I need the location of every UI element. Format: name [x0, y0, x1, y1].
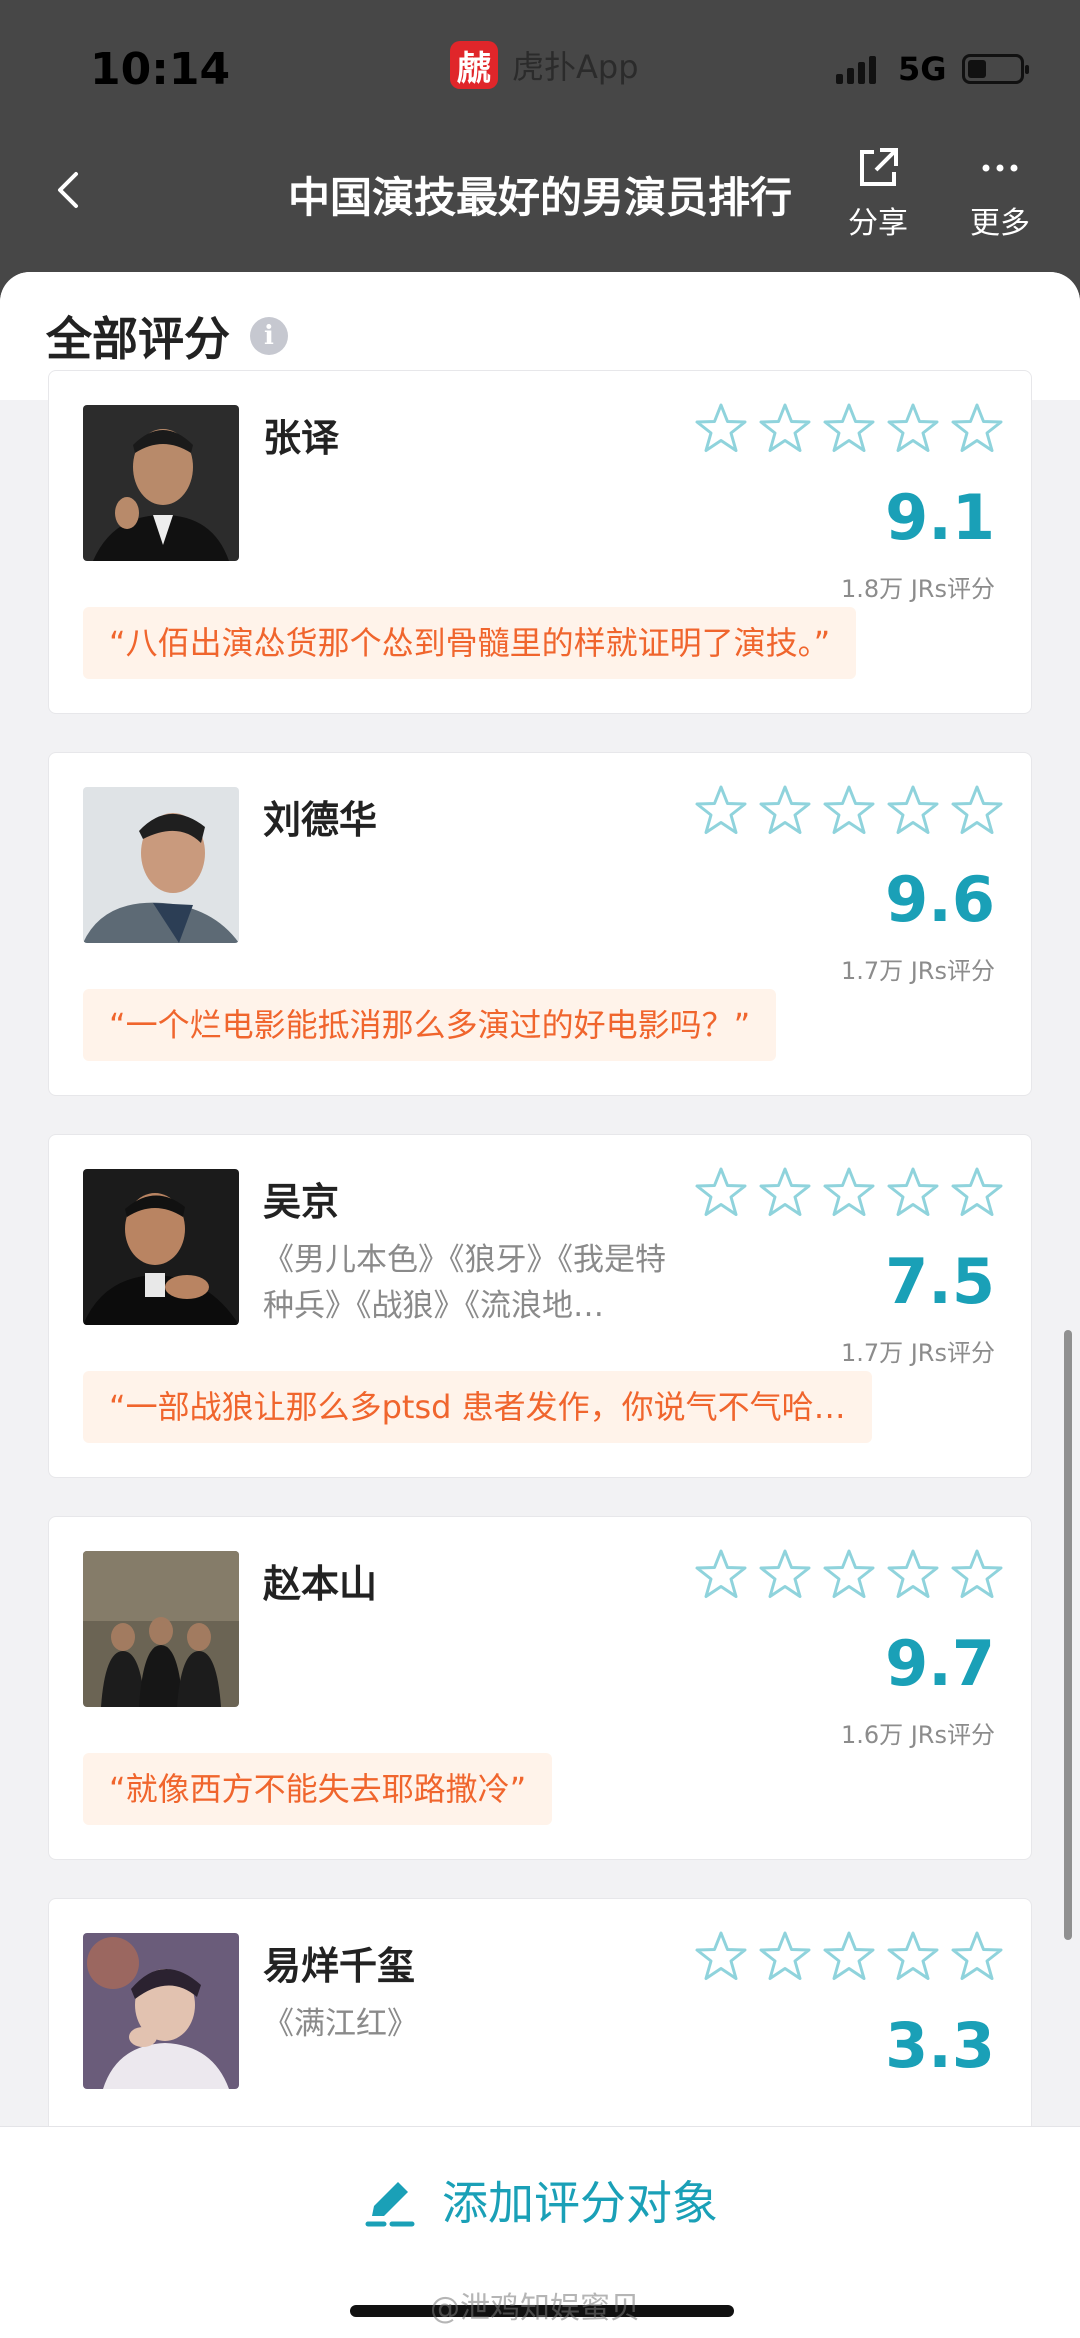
rating-count: 1.8万 JRs评分	[840, 575, 995, 603]
more-button[interactable]: 更多	[970, 146, 1030, 242]
avatar-zhang-yi	[83, 405, 239, 561]
edit-pen-icon	[365, 2182, 415, 2227]
app-name: 虎扑App	[512, 48, 639, 86]
more-label: 更多	[970, 206, 1030, 241]
bottom-bar: 添加评分对象 @泄鸡知娱蜜贝	[0, 2126, 1080, 2338]
section-title: 全部评分	[46, 312, 230, 366]
top-comment[interactable]: “就像西方不能失去耶路撒冷”	[83, 1753, 553, 1825]
actor-name: 吴京	[263, 1180, 340, 1224]
star-icon[interactable]	[757, 401, 813, 457]
star-icon[interactable]	[693, 783, 749, 839]
star-rating[interactable]	[693, 401, 1005, 457]
star-icon[interactable]	[949, 783, 1005, 839]
rating-card[interactable]: 刘德华 9.6 1.7万 JRs评分 “一个烂电影能抵消那么多演过的好电影吗？”	[48, 752, 1032, 1096]
star-icon[interactable]	[821, 1165, 877, 1221]
watermark: @泄鸡知娱蜜贝	[430, 2291, 640, 2326]
top-comment[interactable]: “八佰出演怂货那个怂到骨髓里的样就证明了演技。”	[83, 607, 857, 679]
share-button[interactable]: 分享	[848, 146, 908, 242]
actor-name: 刘德华	[263, 798, 378, 842]
avatar-zhao-benshan	[83, 1551, 239, 1707]
scrollbar[interactable]	[1064, 1330, 1072, 1940]
rating-score: 9.7	[885, 1627, 995, 1700]
representative-works: 《满江红》	[263, 2006, 418, 2042]
star-icon[interactable]	[757, 1929, 813, 1985]
top-comment[interactable]: “一个烂电影能抵消那么多演过的好电影吗？”	[83, 989, 777, 1061]
star-icon[interactable]	[885, 401, 941, 457]
star-rating[interactable]	[693, 1929, 1005, 1985]
avatar-wu-jing	[83, 1169, 239, 1325]
star-icon[interactable]	[757, 1165, 813, 1221]
rating-card[interactable]: 吴京 《男儿本色》《狼牙》《我是特种兵》《战狼》《流浪地… 7.5 1.7万 J…	[48, 1134, 1032, 1478]
info-icon[interactable]: i	[250, 317, 288, 355]
add-rating-target-label: 添加评分对象	[442, 2176, 718, 2230]
star-icon[interactable]	[885, 783, 941, 839]
avatar-jackson-yee	[83, 1933, 239, 2089]
signal-icon	[836, 56, 876, 84]
battery-icon	[962, 54, 1029, 84]
star-icon[interactable]	[949, 401, 1005, 457]
page-title: 中国演技最好的男演员排行	[287, 173, 792, 222]
top-header: 10:14 虤 虎扑App 5G 中国演技最好的男演员排行 分享 更多	[0, 0, 1080, 300]
more-dots-icon	[978, 146, 1022, 190]
star-icon[interactable]	[885, 1929, 941, 1985]
app-indicator[interactable]: 虤 虎扑App	[450, 30, 639, 100]
ratings-sheet: 全部评分 i 张译 9.1 1.8万 JRs评分 “八佰出演怂货那个怂到骨髓里的…	[0, 272, 1080, 2338]
actor-name: 赵本山	[263, 1562, 378, 1606]
avatar-andy-lau	[83, 787, 239, 943]
status-bar: 10:14 虤 虎扑App 5G	[0, 30, 1080, 110]
star-rating[interactable]	[693, 1165, 1005, 1221]
star-icon[interactable]	[885, 1165, 941, 1221]
star-rating[interactable]	[693, 783, 1005, 839]
top-comment[interactable]: “一部战狼让那么多ptsd 患者发作，你说气不气哈…	[83, 1371, 872, 1443]
representative-works: 《男儿本色》《狼牙》《我是特种兵》《战狼》《流浪地…	[263, 1242, 666, 1324]
star-icon[interactable]	[821, 1929, 877, 1985]
star-icon[interactable]	[757, 783, 813, 839]
star-icon[interactable]	[693, 401, 749, 457]
star-icon[interactable]	[821, 1547, 877, 1603]
share-icon	[856, 146, 900, 190]
rating-count: 1.6万 JRs评分	[840, 1721, 995, 1749]
nav-bar: 中国演技最好的男演员排行 分享 更多	[0, 140, 1080, 250]
star-icon[interactable]	[693, 1929, 749, 1985]
rating-card[interactable]: 赵本山 9.7 1.6万 JRs评分 “就像西方不能失去耶路撒冷”	[48, 1516, 1032, 1860]
star-rating[interactable]	[693, 1547, 1005, 1603]
star-icon[interactable]	[821, 401, 877, 457]
star-icon[interactable]	[949, 1165, 1005, 1221]
add-rating-target-button[interactable]: 添加评分对象	[0, 2167, 1080, 2233]
star-icon[interactable]	[693, 1165, 749, 1221]
share-label: 分享	[848, 206, 908, 241]
network-type: 5G	[898, 50, 947, 88]
star-icon[interactable]	[949, 1547, 1005, 1603]
rating-card[interactable]: 张译 9.1 1.8万 JRs评分 “八佰出演怂货那个怂到骨髓里的样就证明了演技…	[48, 370, 1032, 714]
rating-score: 7.5	[885, 1245, 995, 1318]
actor-name: 张译	[263, 416, 340, 460]
actor-name: 易烊千玺	[263, 1944, 416, 1988]
star-icon[interactable]	[693, 1547, 749, 1603]
star-icon[interactable]	[821, 783, 877, 839]
star-icon[interactable]	[949, 1929, 1005, 1985]
battery-level	[968, 60, 986, 78]
rating-count: 1.7万 JRs评分	[840, 957, 995, 985]
rating-score: 9.6	[885, 863, 995, 936]
rating-score: 9.1	[885, 481, 995, 554]
rating-count: 1.7万 JRs评分	[840, 1339, 995, 1367]
star-icon[interactable]	[885, 1547, 941, 1603]
star-icon[interactable]	[757, 1547, 813, 1603]
status-time: 10:14	[90, 44, 231, 95]
hupu-logo-icon: 虤	[450, 41, 498, 89]
rating-score: 3.3	[885, 2009, 995, 2082]
